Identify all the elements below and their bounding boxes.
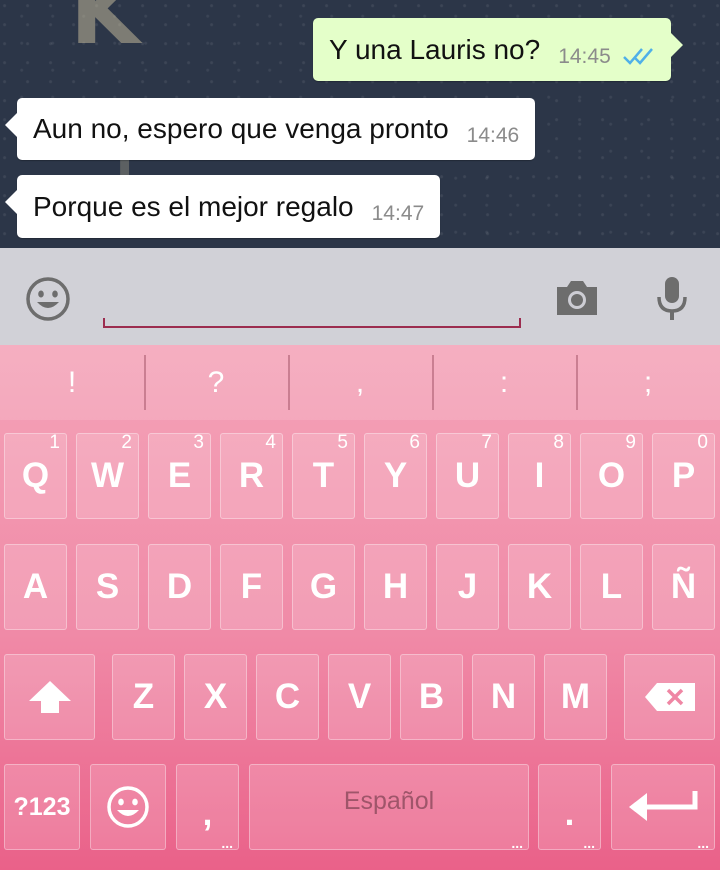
- microphone-icon[interactable]: [652, 274, 692, 324]
- message-text: Y una Lauris no?: [329, 33, 541, 65]
- key-label: Y: [383, 456, 408, 495]
- key-c[interactable]: C: [256, 654, 319, 740]
- key-n[interactable]: N: [472, 654, 535, 740]
- emoji-key[interactable]: [90, 764, 166, 850]
- key-b[interactable]: B: [400, 654, 463, 740]
- key-h[interactable]: H: [364, 544, 427, 630]
- suggestion-item[interactable]: ,: [288, 345, 432, 420]
- read-ticks-icon: [621, 46, 655, 66]
- key-d[interactable]: D: [148, 544, 211, 630]
- key-p[interactable]: P0: [652, 432, 715, 519]
- key-label: E: [167, 456, 192, 495]
- comma-key[interactable]: , ...: [176, 764, 239, 851]
- key-label: ?123: [13, 792, 71, 821]
- key-m[interactable]: M: [544, 654, 607, 740]
- message-input[interactable]: [103, 318, 521, 328]
- shift-icon: [28, 681, 71, 713]
- keyboard: ! ? , : ; Q1 W2 E3 R4 T5 Y6 U7 I8 O9 P0 …: [0, 345, 720, 870]
- key-label: W: [90, 456, 125, 495]
- key-label: O: [597, 456, 626, 495]
- message-time: 14:47: [371, 201, 425, 225]
- message-bubble-outgoing[interactable]: Y una Lauris no? 14:45: [313, 18, 683, 81]
- key-o[interactable]: O9: [580, 432, 643, 519]
- key-a[interactable]: A: [4, 544, 67, 630]
- key-w[interactable]: W2: [76, 432, 139, 519]
- key-label: U: [454, 456, 481, 495]
- key-number-hint: 7: [481, 432, 492, 453]
- key-label: T: [312, 456, 335, 495]
- key-number-hint: 1: [49, 432, 60, 453]
- key-number-hint: 3: [193, 432, 204, 453]
- key-label: .: [564, 794, 575, 833]
- key-label: R: [238, 456, 265, 495]
- period-key[interactable]: . ...: [538, 764, 601, 851]
- key-s[interactable]: S: [76, 544, 139, 630]
- shift-key[interactable]: [4, 654, 95, 740]
- space-key[interactable]: Español ...: [249, 764, 529, 851]
- enter-icon: [629, 791, 698, 821]
- key-e[interactable]: E3: [148, 432, 211, 519]
- key-label: P: [671, 456, 696, 495]
- emoji-icon[interactable]: [22, 273, 74, 325]
- message-text: Aun no, espero que venga pronto: [33, 113, 449, 144]
- key-g[interactable]: G: [292, 544, 355, 630]
- key-r[interactable]: R4: [220, 432, 283, 519]
- key-number-hint: 2: [121, 432, 132, 453]
- key-x[interactable]: X: [184, 654, 247, 740]
- key-j[interactable]: J: [436, 544, 499, 630]
- key-u[interactable]: U7: [436, 432, 499, 519]
- more-keys-indicator: ...: [221, 835, 233, 851]
- key-number-hint: 8: [553, 432, 564, 453]
- chat-area[interactable]: K | Y una Lauris no? 14:45 Aun no, esper…: [0, 0, 720, 248]
- key-t[interactable]: T5: [292, 432, 355, 519]
- enter-key[interactable]: ...: [611, 764, 715, 851]
- suggestion-item[interactable]: ?: [144, 345, 288, 420]
- key-enye[interactable]: Ñ: [652, 544, 715, 630]
- message-text: Porque es el mejor regalo: [33, 190, 354, 222]
- key-label: I: [534, 456, 545, 495]
- backspace-key[interactable]: [624, 654, 715, 740]
- key-i[interactable]: I8: [508, 432, 571, 519]
- symbols-key[interactable]: ?123: [4, 764, 80, 850]
- message-bubble-incoming[interactable]: Porque es el mejor regalo 14:47: [4, 175, 441, 238]
- key-label: Q: [21, 456, 50, 495]
- key-z[interactable]: Z: [112, 654, 175, 740]
- message-bubble-incoming[interactable]: Aun no, espero que venga pronto 14:46: [4, 98, 536, 160]
- key-number-hint: 9: [625, 432, 636, 453]
- key-number-hint: 4: [265, 432, 276, 453]
- key-l[interactable]: L: [580, 544, 643, 630]
- wallpaper-decoration: K: [70, 0, 158, 65]
- key-number-hint: 6: [409, 432, 420, 453]
- key-label: ,: [202, 794, 213, 833]
- key-number-hint: 0: [697, 432, 708, 453]
- key-number-hint: 5: [337, 432, 348, 453]
- key-q[interactable]: Q1: [4, 432, 67, 519]
- suggestion-item[interactable]: :: [432, 345, 576, 420]
- message-input-bar: [0, 248, 720, 345]
- suggestion-strip: ! ? , : ;: [0, 345, 720, 420]
- suggestion-item[interactable]: ;: [576, 345, 720, 420]
- message-time: 14:45: [558, 44, 611, 68]
- space-key-language-label: Español: [343, 786, 435, 815]
- message-time: 14:46: [466, 124, 520, 147]
- key-y[interactable]: Y6: [364, 432, 427, 519]
- more-keys-indicator: ...: [511, 835, 523, 851]
- more-keys-indicator: ...: [583, 835, 595, 851]
- key-v[interactable]: V: [328, 654, 391, 740]
- more-keys-indicator: ...: [697, 835, 709, 851]
- backspace-icon: [644, 683, 695, 711]
- camera-icon[interactable]: [551, 276, 603, 320]
- key-k[interactable]: K: [508, 544, 571, 630]
- key-f[interactable]: F: [220, 544, 283, 630]
- suggestion-item[interactable]: !: [0, 345, 144, 420]
- emoji-icon: [107, 786, 149, 828]
